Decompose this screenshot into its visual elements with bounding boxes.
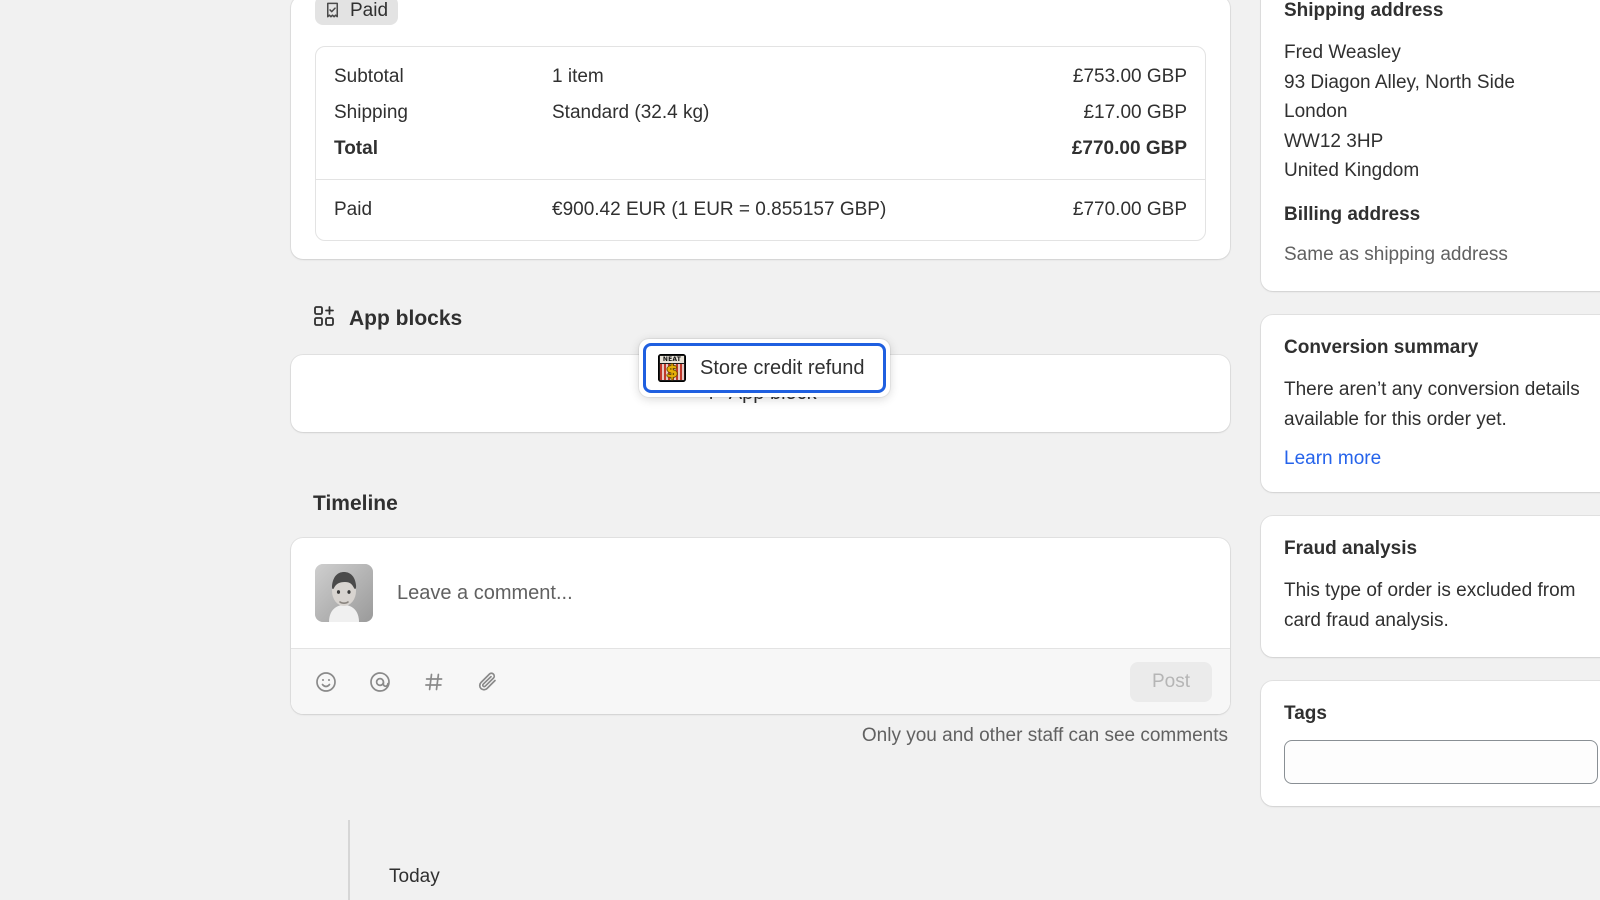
address-line: United Kingdom [1284,160,1420,181]
timeline-rail [348,820,350,900]
billing-address-title: Billing address [1284,203,1421,225]
avatar [315,564,373,622]
address-line: Fred Weasley [1284,42,1401,63]
paid-conversion-desc: €900.42 EUR (1 EUR = 0.855157 GBP) [552,199,887,220]
comment-visibility-note: Only you and other staff can see comment… [861,725,1228,746]
table-row: Subtotal 1 item £753.00 GBP [316,59,1205,95]
conversion-summary-card: Conversion summary There aren’t any conv… [1261,315,1600,492]
order-summary-card: Paid Subtotal 1 item £753.00 GBP Shippin… [291,0,1230,259]
fraud-analysis-card: Fraud analysis This type of order is exc… [1261,516,1600,657]
store-credit-refund-label: Store credit refund [700,356,865,379]
mention-icon[interactable] [363,665,397,699]
comment-tool-icons [309,665,505,699]
totals-group-main: Subtotal 1 item £753.00 GBP Shipping Sta… [316,47,1205,179]
order-totals-table: Subtotal 1 item £753.00 GBP Shipping Sta… [315,46,1206,241]
attachment-icon[interactable] [471,665,505,699]
status-badge-paid: Paid [315,0,399,25]
address-card: Shipping address Fred Weasley 93 Diagon … [1261,0,1600,291]
table-row: Total £770.00 GBP [316,131,1205,167]
app-blocks-grid-icon [313,305,335,333]
store-credit-refund-option[interactable]: NEAT $ Store credit refund [643,343,886,393]
conversion-summary-body: There aren’t any conversion details avai… [1284,379,1580,430]
shipping-address-lines: Fred Weasley 93 Diagon Alley, North Side… [1284,38,1598,186]
shipping-amount: £17.00 GBP [1083,102,1187,123]
paid-label: Paid [334,199,373,220]
tags-card: Tags [1261,681,1600,806]
total-label: Total [334,138,378,159]
comment-composer-card: Leave a comment... Post [291,538,1230,714]
subtotal-label: Subtotal [334,66,404,87]
table-row: Paid €900.42 EUR (1 EUR = 0.855157 GBP) … [316,192,1205,228]
timeline-day-label: Today [389,866,440,887]
sidebar: Shipping address Fred Weasley 93 Diagon … [1261,0,1600,830]
neat-store-credit-app-icon: NEAT $ [658,354,686,382]
fraud-analysis-body: This type of order is excluded from card… [1284,580,1576,631]
payment-status-row: Paid [291,0,1230,25]
conversion-summary-title: Conversion summary [1284,337,1479,358]
post-comment-button[interactable]: Post [1129,661,1212,702]
address-line: 93 Diagon Alley, North Side [1284,71,1515,93]
store-credit-refund-popover[interactable]: NEAT $ Store credit refund [639,339,890,397]
emoji-icon[interactable] [309,665,343,699]
app-blocks-title: App blocks [349,307,463,330]
total-amount: £770.00 GBP [1071,138,1187,159]
order-details-page: Paid Subtotal 1 item £753.00 GBP Shippin… [0,0,1600,900]
status-badge-label: Paid [350,0,389,21]
address-line: WW12 3HP [1284,130,1384,152]
paid-amount: £770.00 GBP [1072,199,1187,220]
conversion-learn-more-link[interactable]: Learn more [1284,448,1381,470]
tags-input[interactable] [1284,740,1598,784]
app-icon-dollar-glyph: $ [666,361,678,382]
comment-input-placeholder[interactable]: Leave a comment... [397,582,573,605]
tags-title: Tags [1284,703,1327,724]
timeline-heading: Timeline [313,492,398,515]
comment-input-row[interactable]: Leave a comment... [291,538,1230,648]
subtotal-amount: £753.00 GBP [1072,66,1187,87]
fraud-analysis-title: Fraud analysis [1284,538,1418,559]
comment-toolbar: Post [291,648,1230,714]
shipping-address-title: Shipping address [1284,0,1444,21]
shipping-desc: Standard (32.4 kg) [552,102,710,123]
totals-group-payment: Paid €900.42 EUR (1 EUR = 0.855157 GBP) … [316,179,1205,240]
receipt-check-icon [323,1,342,20]
app-blocks-heading: App blocks [313,305,1230,333]
hashtag-icon[interactable] [417,665,451,699]
shipping-label: Shipping [334,102,408,123]
subtotal-desc: 1 item [552,66,604,87]
address-line: London [1284,101,1348,122]
billing-address-text: Same as shipping address [1284,243,1508,265]
table-row: Shipping Standard (32.4 kg) £17.00 GBP [316,95,1205,131]
